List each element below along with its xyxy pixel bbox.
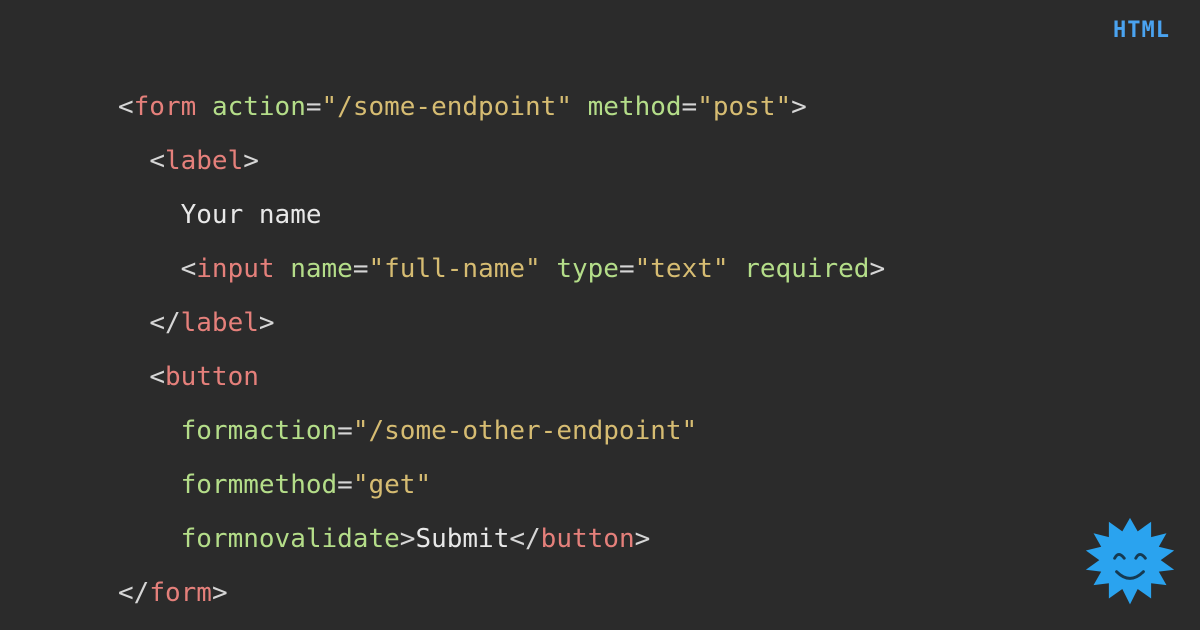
tag-form-close: form	[149, 578, 212, 608]
attr-type: type	[556, 254, 619, 284]
val-name: "full-name"	[369, 254, 541, 284]
val-type: "text"	[635, 254, 729, 284]
attr-method: method	[588, 92, 682, 122]
tag-label-open: label	[165, 146, 243, 176]
text-submit: Submit	[415, 524, 509, 554]
attr-formmethod: formmethod	[181, 470, 338, 500]
tag-button-close: button	[541, 524, 635, 554]
mascot-icon	[1082, 516, 1178, 612]
attr-action: action	[212, 92, 306, 122]
attr-formaction: formaction	[181, 416, 338, 446]
val-formaction: "/some-other-endpoint"	[353, 416, 697, 446]
text-your-name: Your name	[181, 200, 322, 230]
attr-name: name	[290, 254, 353, 284]
val-method: "post"	[697, 92, 791, 122]
attr-required: required	[744, 254, 869, 284]
val-action: "/some-endpoint"	[322, 92, 572, 122]
code-snippet-card: HTML <form action="/some-endpoint" metho…	[0, 0, 1200, 630]
tag-button-open: button	[165, 362, 259, 392]
code-block: <form action="/some-endpoint" method="po…	[0, 0, 1200, 620]
tag-input: input	[196, 254, 274, 284]
language-badge: HTML	[1113, 18, 1170, 43]
attr-formnovalidate: formnovalidate	[181, 524, 400, 554]
tag-form-open: form	[134, 92, 197, 122]
tag-label-close: label	[181, 308, 259, 338]
val-formmethod: "get"	[353, 470, 431, 500]
